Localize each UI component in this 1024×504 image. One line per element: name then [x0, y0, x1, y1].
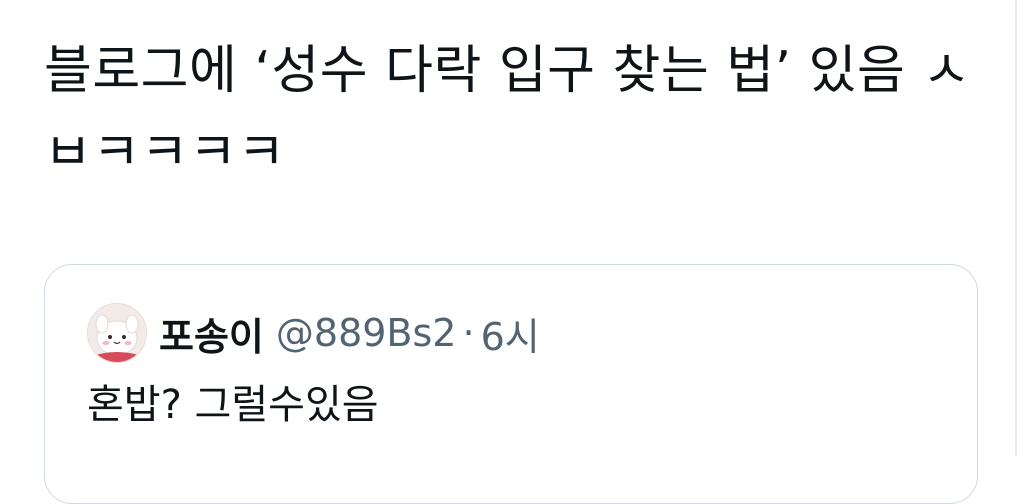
quoted-tweet-card[interactable]: 포송이 @889Bs2 · 6시 혼밥? 그럴수있음	[44, 264, 978, 504]
quoted-tweet-header: 포송이 @889Bs2 · 6시	[87, 301, 540, 365]
avatar-image-icon	[88, 304, 146, 362]
meta-separator: ·	[462, 311, 475, 355]
page-edge-divider	[1015, 0, 1017, 456]
quoted-author-name[interactable]: 포송이	[159, 306, 264, 361]
avatar[interactable]	[87, 303, 147, 363]
tweet-text: 블로그에 ‘성수 다락 입구 찾는 법’ 있음 ㅅㅂㅋㅋㅋㅋ	[44, 41, 971, 183]
quoted-author-handle[interactable]: @889Bs2	[276, 311, 457, 355]
quoted-tweet-text: 혼밥? 그럴수있음	[87, 382, 379, 428]
quoted-timestamp[interactable]: 6시	[481, 306, 540, 361]
